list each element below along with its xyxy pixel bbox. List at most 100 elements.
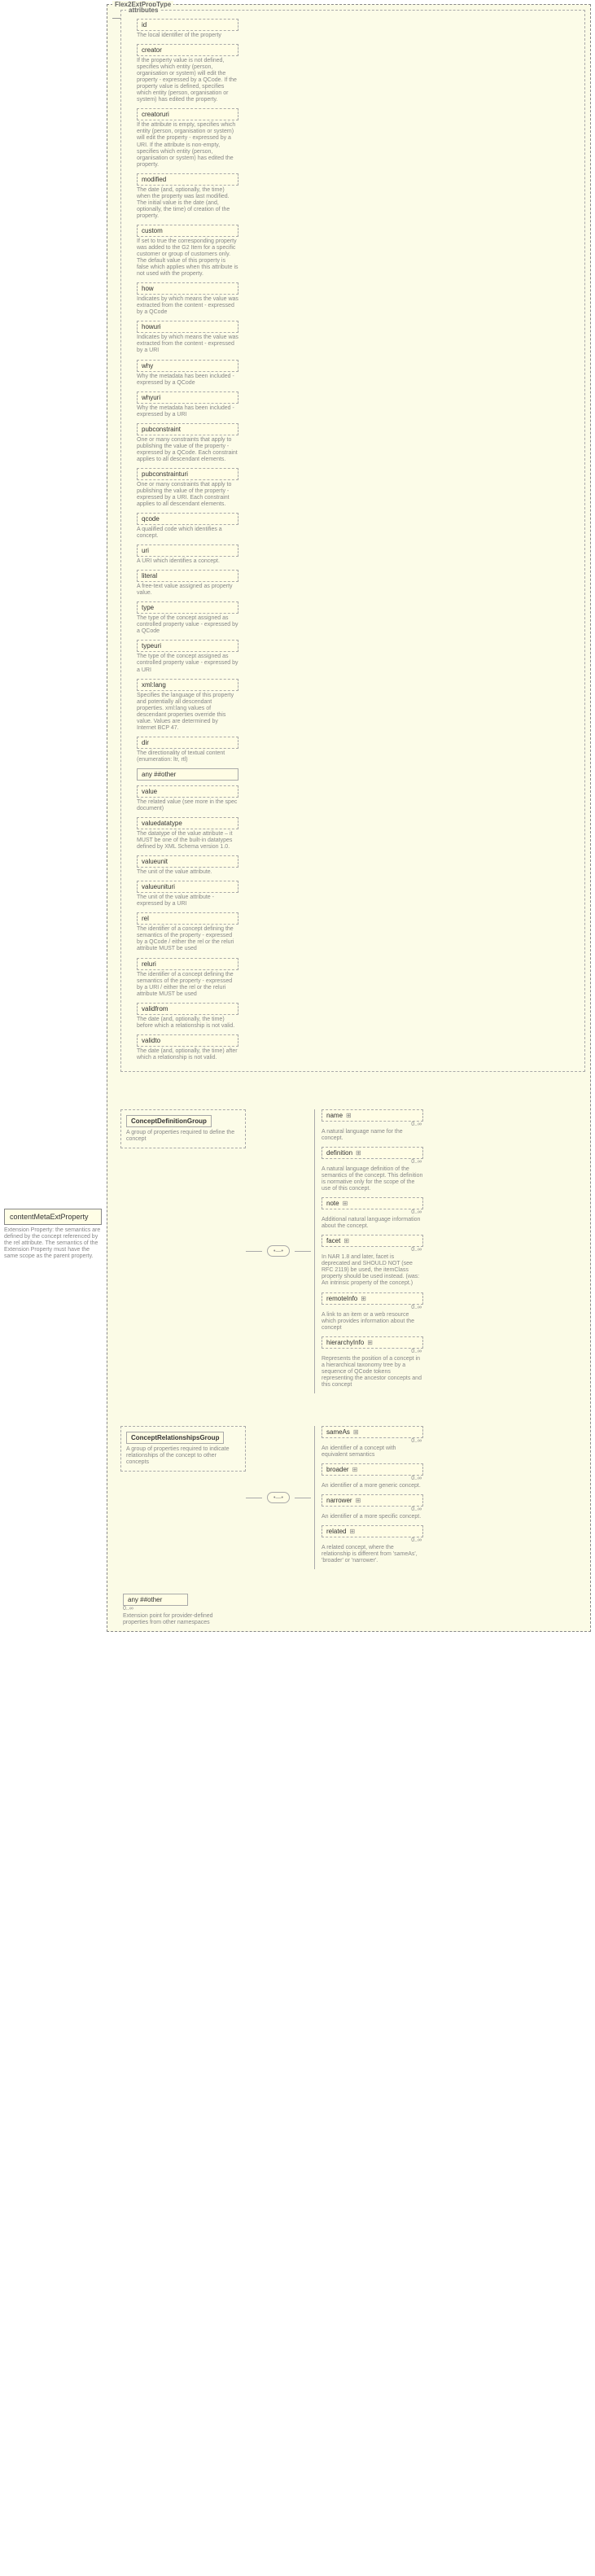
- child-desc: A natural language name for the concept.: [322, 1129, 423, 1142]
- child-box[interactable]: facet: [322, 1235, 423, 1247]
- attribute-desc: The directionality of textual content (e…: [137, 750, 238, 763]
- any-other-desc: Extension point for provider-defined pro…: [123, 1613, 225, 1626]
- child-box[interactable]: note: [322, 1197, 423, 1209]
- child-item: sameAs0..∞An identifier of a concept wit…: [322, 1426, 423, 1459]
- attributes-frame: attributes idThe local identifier of the…: [120, 10, 585, 1072]
- attribute-item: whyuriWhy the metadata has been included…: [137, 391, 238, 418]
- attribute-box[interactable]: id: [137, 19, 238, 31]
- attribute-box[interactable]: howuri: [137, 321, 238, 333]
- any-other-box[interactable]: any ##other: [123, 1594, 188, 1606]
- attribute-item: creator If the property value is not defi…: [137, 44, 238, 103]
- attribute-box[interactable]: validto: [137, 1034, 238, 1047]
- child-desc: A related concept, where the relationshi…: [322, 1545, 423, 1564]
- connector: [246, 1251, 262, 1252]
- child-box[interactable]: sameAs: [322, 1426, 423, 1438]
- attribute-desc: Indicates by which means the value was e…: [137, 335, 238, 354]
- any-other-item: any ##other 0..∞ Extension point for pro…: [123, 1594, 585, 1626]
- attribute-desc: A free-text value assigned as property v…: [137, 584, 238, 597]
- child-desc: Additional natural language information …: [322, 1217, 423, 1230]
- attribute-desc: The identifier of a concept defining the…: [137, 972, 238, 998]
- child-box[interactable]: hierarchyInfo: [322, 1336, 423, 1349]
- child-item: name0..∞A natural language name for the …: [322, 1109, 423, 1142]
- attribute-box[interactable]: custom: [137, 225, 238, 237]
- child-box[interactable]: definition: [322, 1147, 423, 1159]
- attribute-desc: The identifier of a concept defining the…: [137, 926, 238, 952]
- attribute-box[interactable]: qcode: [137, 513, 238, 525]
- attribute-box[interactable]: validfrom: [137, 1003, 238, 1015]
- attribute-box[interactable]: uri: [137, 545, 238, 557]
- child-box[interactable]: name: [322, 1109, 423, 1122]
- attribute-box[interactable]: pubconstraint: [137, 423, 238, 435]
- attribute-item: literal A free-text value assigned as pro…: [137, 570, 238, 597]
- concept-relationships-row: ConceptRelationshipsGroup A group of pro…: [120, 1426, 585, 1569]
- attribute-item: validfromThe date (and, optionally, the …: [137, 1003, 238, 1030]
- attribute-desc: The unit of the value attribute - expres…: [137, 894, 238, 908]
- cardinality: 0..∞: [322, 1476, 422, 1481]
- child-box[interactable]: related: [322, 1525, 423, 1537]
- child-item: note0..∞Additional natural language info…: [322, 1197, 423, 1230]
- attribute-desc: The type of the concept assigned as cont…: [137, 654, 238, 673]
- cardinality: 0..∞: [322, 1349, 422, 1354]
- attribute-box[interactable]: modified: [137, 173, 238, 186]
- root-element: contentMetaExtProperty Extension Propert…: [4, 1209, 107, 1260]
- cardinality: 0..∞: [322, 1159, 422, 1165]
- attribute-box[interactable]: reluri: [137, 958, 238, 970]
- attribute-box[interactable]: type: [137, 601, 238, 614]
- root-box[interactable]: contentMetaExtProperty: [4, 1209, 102, 1225]
- attribute-box[interactable]: literal: [137, 570, 238, 582]
- child-item: related0..∞A related concept, where the …: [322, 1525, 423, 1564]
- attribute-box[interactable]: valuedatatype: [137, 817, 238, 829]
- definition-children: name 0..∞ A natural language name for the …: [314, 1109, 423, 1393]
- attribute-box[interactable]: pubconstrainturi: [137, 468, 238, 480]
- attribute-desc: If the attribute is empty, specifies whi…: [137, 122, 238, 168]
- attribute-box[interactable]: valueunituri: [137, 881, 238, 893]
- attribute-item: creatoruri If the attribute is empty, spe…: [137, 108, 238, 168]
- child-box[interactable]: narrower: [322, 1494, 423, 1507]
- attribute-item: howuri Indicates by which means the value…: [137, 321, 238, 354]
- choice-compositor-icon: •—•: [267, 1492, 290, 1503]
- attribute-item: relThe identifier of a concept defining …: [137, 912, 238, 952]
- child-desc: An identifier of a more generic concept.: [322, 1483, 423, 1489]
- any-other-card: 0..∞: [123, 1606, 584, 1612]
- cardinality: 0..∞: [322, 1507, 422, 1512]
- attribute-box[interactable]: creatoruri: [137, 108, 238, 120]
- attribute-box[interactable]: typeuri: [137, 640, 238, 652]
- child-box[interactable]: remoteInfo: [322, 1292, 423, 1305]
- attribute-box[interactable]: whyuri: [137, 391, 238, 404]
- attribute-desc: If set to true the corresponding propert…: [137, 238, 238, 278]
- attribute-desc: If the property value is not defined, sp…: [137, 58, 238, 103]
- root-desc: Extension Property: the semantics are de…: [4, 1227, 102, 1260]
- child-item: facet0..∞In NAR 1.8 and later, facet is …: [322, 1235, 423, 1287]
- attribute-box[interactable]: creator: [137, 44, 238, 56]
- attribute-box[interactable]: value: [137, 785, 238, 798]
- attribute-item: valueunituriThe unit of the value attrib…: [137, 881, 238, 908]
- child-item: narrower0..∞An identifier of a more spec…: [322, 1494, 423, 1520]
- concept-definition-label[interactable]: ConceptDefinitionGroup: [126, 1115, 212, 1127]
- attribute-box[interactable]: how: [137, 282, 238, 295]
- attribute-item: modifiedThe date (and, optionally, the t…: [137, 173, 238, 220]
- attribute-box[interactable]: why: [137, 360, 238, 372]
- child-desc: Represents the position of a concept in …: [322, 1356, 423, 1389]
- child-desc: A link to an item or a web resource whic…: [322, 1312, 423, 1332]
- attribute-item: idThe local identifier of the property: [137, 19, 238, 39]
- attribute-item: qcodeA qualified code which identifies a…: [137, 513, 238, 540]
- concept-relationships-frame: ConceptRelationshipsGroup A group of pro…: [120, 1426, 246, 1472]
- attribute-desc: The datatype of the value attribute – it…: [137, 831, 238, 851]
- attribute-item: pubconstraintOne or many constraints tha…: [137, 423, 238, 463]
- concept-relationships-label[interactable]: ConceptRelationshipsGroup: [126, 1432, 224, 1444]
- attribute-item: valuedatatype The datatype of the value a…: [137, 817, 238, 851]
- attribute-box[interactable]: valueunit: [137, 855, 238, 868]
- attribute-desc: The type of the concept assigned as cont…: [137, 615, 238, 635]
- attribute-item: howIndicates by which means the value wa…: [137, 282, 238, 316]
- attribute-box[interactable]: xml:lang: [137, 679, 238, 691]
- concept-relationships-desc: A group of properties required to indica…: [126, 1446, 240, 1466]
- attribute-box[interactable]: dir: [137, 737, 238, 749]
- attributes-title: attributes: [126, 7, 160, 14]
- attribute-desc: Why the metadata has been included - exp…: [137, 374, 238, 387]
- child-box[interactable]: broader: [322, 1463, 423, 1476]
- attribute-desc: Specifies the language of this property …: [137, 693, 238, 732]
- attribute-desc: Indicates by which means the value was e…: [137, 296, 238, 316]
- attribute-box[interactable]: any ##other: [137, 768, 238, 781]
- attribute-item: why Why the metadata has been included - …: [137, 360, 238, 387]
- attribute-box[interactable]: rel: [137, 912, 238, 925]
